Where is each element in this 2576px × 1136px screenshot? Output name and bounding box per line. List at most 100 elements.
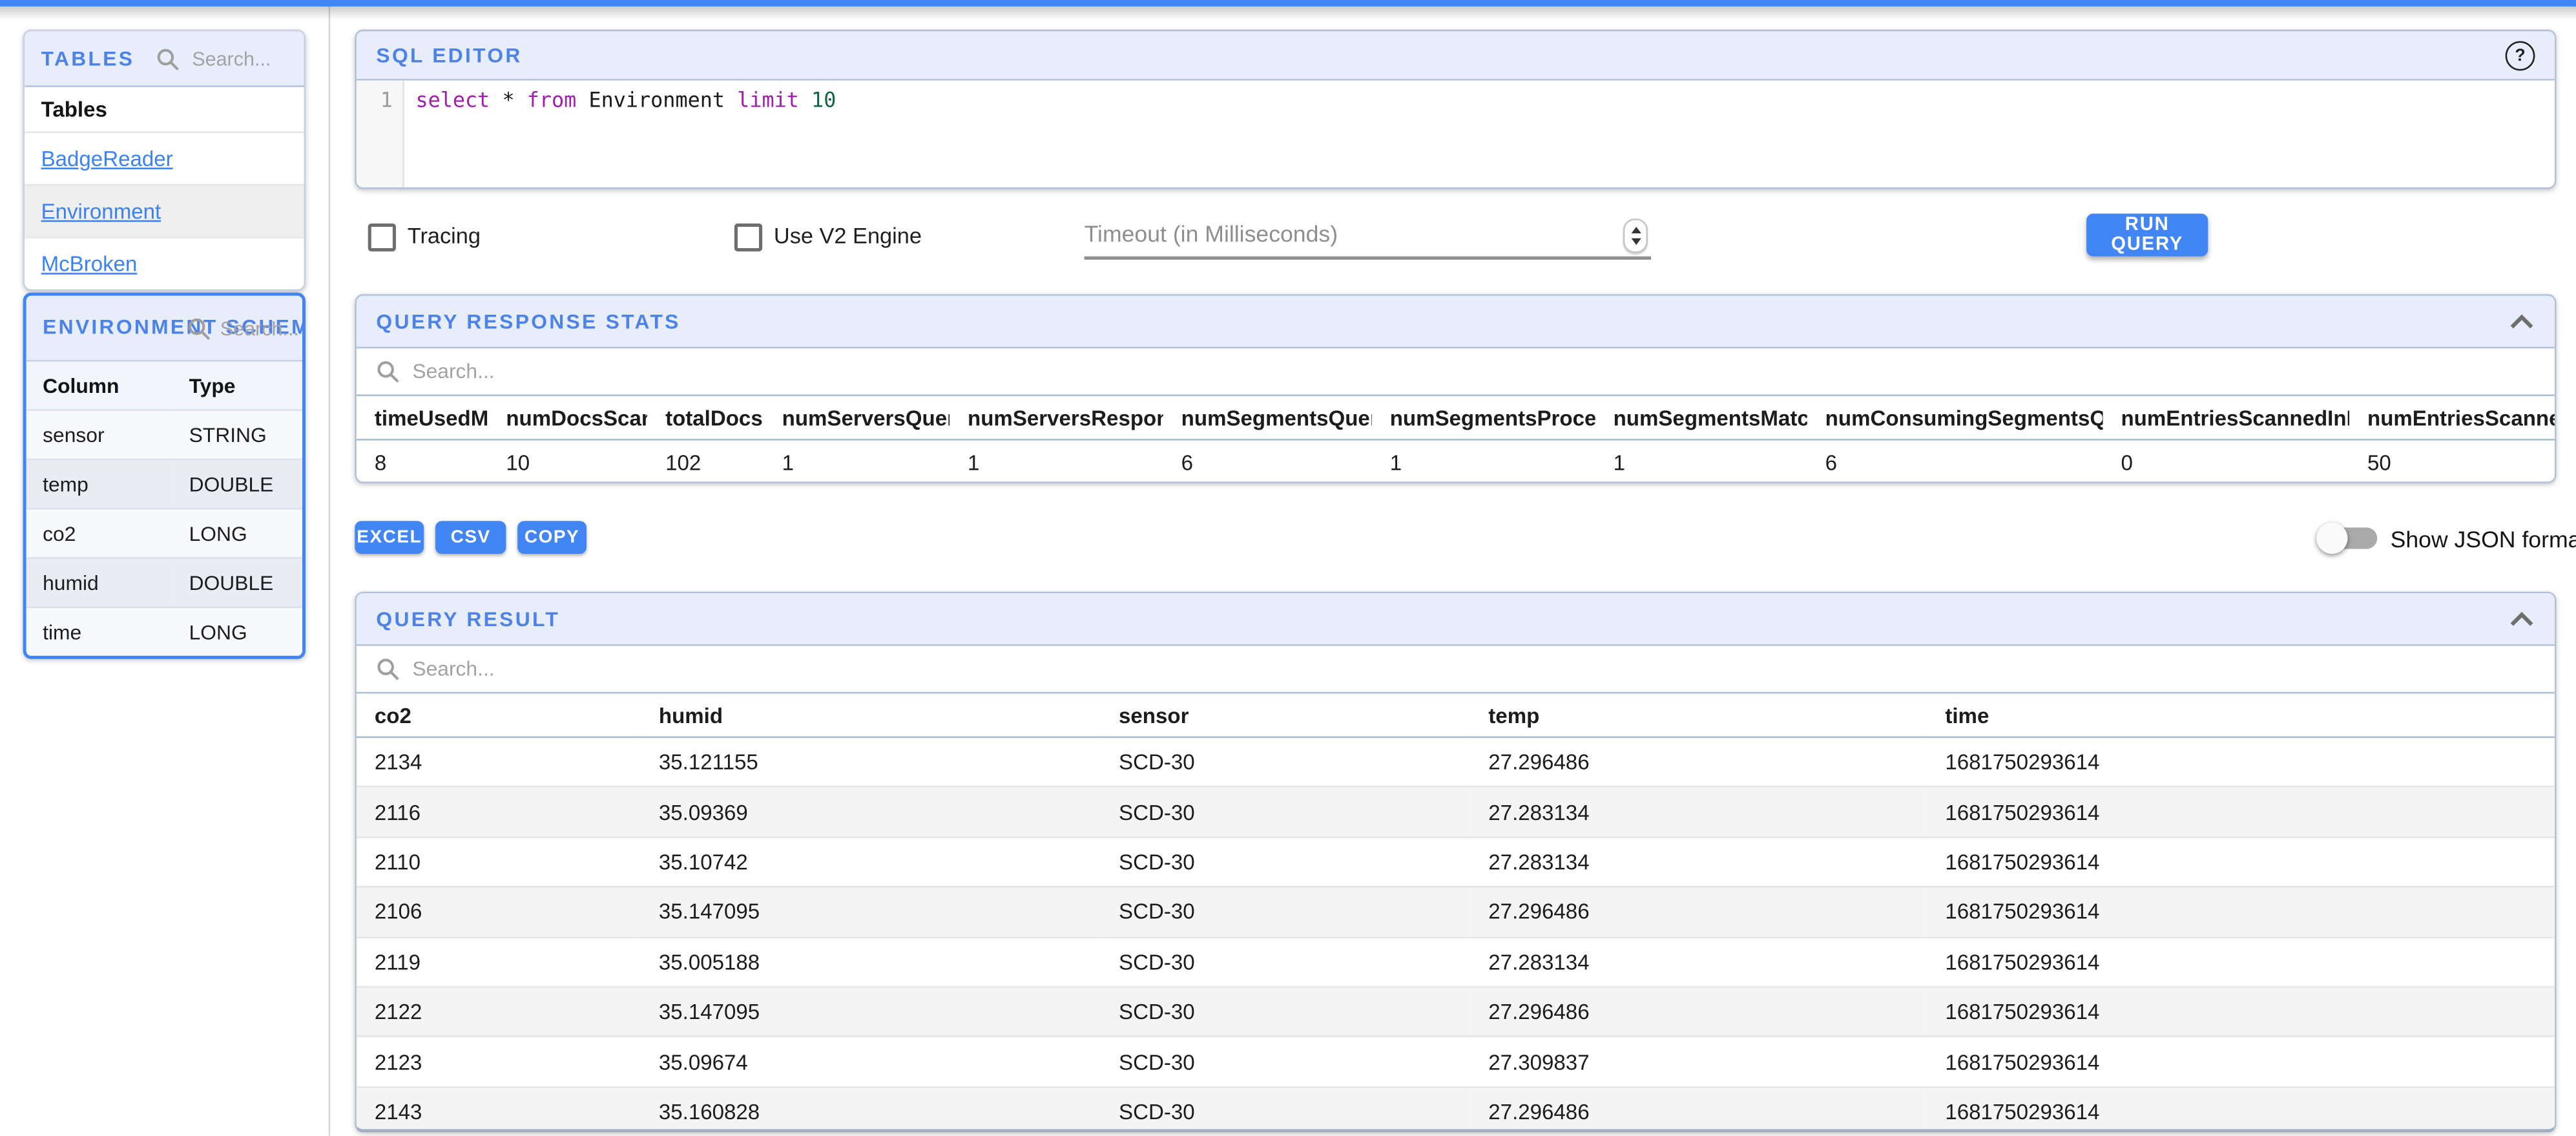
excel-button[interactable]: EXCEL xyxy=(355,521,424,554)
tables-root-label: Tables xyxy=(41,97,107,121)
table-cell: 1681750293614 xyxy=(1927,937,2556,987)
column-header-numSegmentsQueried[interactable]: numSegmentsQueried xyxy=(1163,396,1372,439)
table-cell: SCD-30 xyxy=(1101,987,1470,1036)
table-cell: 1681750293614 xyxy=(1927,987,2556,1036)
table-cell: 27.296486 xyxy=(1470,887,1927,937)
table-cell: 102 xyxy=(647,439,764,483)
query-controls: Tracing Use V2 Engine RUN QUERY xyxy=(355,211,2556,266)
chevron-up-icon xyxy=(2509,611,2535,626)
table-cell: 1681750293614 xyxy=(1927,787,2556,837)
table-cell: 27.296486 xyxy=(1470,737,1927,787)
table-cell: SCD-30 xyxy=(1101,1036,1470,1086)
table-cell: 2134 xyxy=(357,737,641,787)
column-header-numServersResponded[interactable]: numServersResponded xyxy=(950,396,1163,439)
column-header-numSegmentsProcessed[interactable]: numSegmentsProcessed xyxy=(1372,396,1595,439)
table-list-item: Environment xyxy=(25,184,304,237)
table-cell: 1681750293614 xyxy=(1927,1087,2556,1133)
column-header-humid[interactable]: humid xyxy=(641,693,1101,737)
schema-row: humidDOUBLE xyxy=(26,558,302,607)
table-cell: 10 xyxy=(488,439,647,483)
schema-panel-title: ENVIRONMENT SCHEMA xyxy=(43,314,187,341)
top-accent-bar xyxy=(0,0,2576,6)
table-cell: 35.09674 xyxy=(641,1036,1101,1086)
schema-header-row: ColumnType xyxy=(26,362,302,410)
table-cell: SCD-30 xyxy=(1101,787,1470,837)
schema-search-input[interactable] xyxy=(217,315,302,341)
table-cell: 2106 xyxy=(357,887,641,937)
use-v2-engine-checkbox[interactable] xyxy=(734,224,762,251)
result-panel-title: QUERY RESULT xyxy=(376,607,560,631)
result-search-row xyxy=(357,646,2555,694)
help-icon[interactable]: ? xyxy=(2506,40,2535,70)
search-icon xyxy=(156,47,179,70)
column-header-timeUsedMs[interactable]: timeUsedMs xyxy=(357,396,488,439)
schema-row: sensorSTRING xyxy=(26,410,302,459)
tracing-checkbox[interactable] xyxy=(368,224,396,251)
table-row: 211935.005188SCD-3027.283134168175029361… xyxy=(357,937,2557,987)
schema-cell: humid xyxy=(26,558,172,607)
sql-code-editor[interactable]: 1 select * from Environment limit 10 xyxy=(357,81,2555,189)
table-cell: 35.09369 xyxy=(641,787,1101,837)
table-cell: 35.005188 xyxy=(641,937,1101,987)
sidebar-divider xyxy=(329,6,331,1135)
tables-root-row: Tables xyxy=(25,87,304,132)
column-header-numServersQueried[interactable]: numServersQueried xyxy=(764,396,950,439)
collapse-stats-button[interactable] xyxy=(2509,314,2535,329)
tables-search-input[interactable] xyxy=(189,45,304,72)
tables-panel-title: TABLES xyxy=(41,47,135,70)
result-search-input[interactable] xyxy=(409,656,908,682)
schema-cell: LONG xyxy=(172,607,302,656)
spinner-up-icon xyxy=(1630,227,1640,233)
table-header-row: timeUsedMsnumDocsScannedtotalDocsnumServ… xyxy=(357,396,2557,439)
table-cell: 35.160828 xyxy=(641,1087,1101,1133)
table-link-badgereader[interactable]: BadgeReader xyxy=(41,146,173,171)
tracing-label: Tracing xyxy=(408,224,481,248)
use-v2-engine-label: Use V2 Engine xyxy=(774,224,922,248)
sql-code-line: select * from Environment limit 10 xyxy=(404,81,836,189)
result-table: co2humidsensortemptime213435.121155SCD-3… xyxy=(357,693,2557,1132)
table-cell: 2122 xyxy=(357,987,641,1036)
table-cell: 6 xyxy=(1163,439,1372,483)
table-link-mcbroken[interactable]: McBroken xyxy=(41,251,138,276)
table-cell: 35.121155 xyxy=(641,737,1101,787)
search-icon xyxy=(187,317,211,340)
column-header-sensor[interactable]: sensor xyxy=(1101,693,1470,737)
sql-token: * xyxy=(490,87,526,112)
column-header-numEntriesScannedPostFilter[interactable]: numEntriesScannedPostFilter xyxy=(2349,396,2556,439)
copy-button[interactable]: COPY xyxy=(517,521,587,554)
schema-row: timeLONG xyxy=(26,607,302,656)
show-json-toggle[interactable] xyxy=(2316,520,2379,556)
table-cell: SCD-30 xyxy=(1101,937,1470,987)
column-header-numEntriesScannedInFilter[interactable]: numEntriesScannedInFilter xyxy=(2103,396,2350,439)
table-cell: 35.10742 xyxy=(641,837,1101,887)
table-cell: 1681750293614 xyxy=(1927,887,2556,937)
collapse-result-button[interactable] xyxy=(2509,611,2535,626)
toggle-knob xyxy=(2316,522,2347,553)
schema-panel-header: ENVIRONMENT SCHEMA xyxy=(26,296,302,362)
table-cell: 1681750293614 xyxy=(1927,837,2556,887)
sql-editor-panel: SQL EDITOR ? 1 select * from Environment… xyxy=(355,30,2556,189)
run-query-button[interactable]: RUN QUERY xyxy=(2086,214,2208,257)
table-cell: 1 xyxy=(764,439,950,483)
schema-table: ColumnTypesensorSTRINGtempDOUBLEco2LONGh… xyxy=(26,362,302,656)
schema-col-column: Column xyxy=(26,362,172,410)
sql-editor-header: SQL EDITOR ? xyxy=(357,31,2555,80)
table-list-item: McBroken xyxy=(25,237,304,289)
csv-button[interactable]: CSV xyxy=(435,521,506,554)
sql-token: Environment xyxy=(576,87,737,112)
schema-cell: time xyxy=(26,607,172,656)
column-header-numConsumingSegmentsQueried[interactable]: numConsumingSegmentsQueried xyxy=(1807,396,2103,439)
number-spinner[interactable] xyxy=(1623,218,1648,253)
table-link-environment[interactable]: Environment xyxy=(41,199,161,224)
timeout-input[interactable] xyxy=(1085,215,1651,260)
stats-search-input[interactable] xyxy=(409,358,908,384)
column-header-co2[interactable]: co2 xyxy=(357,693,641,737)
column-header-numDocsScanned[interactable]: numDocsScanned xyxy=(488,396,647,439)
sql-token: from xyxy=(527,87,577,112)
column-header-totalDocs[interactable]: totalDocs xyxy=(647,396,764,439)
schema-cell: LONG xyxy=(172,509,302,558)
column-header-temp[interactable]: temp xyxy=(1470,693,1927,737)
column-header-numSegmentsMatched[interactable]: numSegmentsMatched xyxy=(1595,396,1807,439)
chevron-up-icon xyxy=(2509,314,2535,329)
column-header-time[interactable]: time xyxy=(1927,693,2556,737)
